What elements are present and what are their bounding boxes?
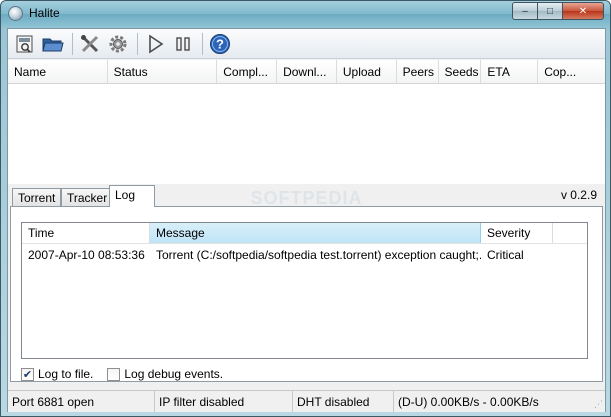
column-severity[interactable]: Severity: [481, 223, 553, 243]
torrent-list[interactable]: Name Status Compl... Downl... Upload Pee…: [8, 60, 605, 208]
log-severity: Critical: [487, 248, 524, 262]
column-message[interactable]: Message: [150, 223, 481, 243]
open-folder-button[interactable]: [40, 32, 66, 56]
log-options: ✔ Log to file. Log debug events.: [21, 367, 237, 381]
client-area: ? Name Status Compl... Downl... Upload P…: [7, 28, 606, 412]
log-list[interactable]: Time Message Severity 2007-Apr-10 08:53:…: [21, 222, 588, 359]
column-peers[interactable]: Peers: [397, 60, 439, 83]
help-icon: ?: [210, 33, 230, 54]
column-status[interactable]: Status: [108, 60, 218, 83]
column-name[interactable]: Name: [8, 60, 108, 83]
help-button[interactable]: ?: [207, 32, 233, 56]
pause-button[interactable]: [170, 32, 196, 56]
log-message: Torrent (C:/softpedia/softpedia test.tor…: [156, 248, 481, 262]
details-tabs: Torrent Tracker Log v 0.2.9: [8, 185, 605, 207]
status-bar: Port 6881 open IP filter disabled DHT di…: [8, 390, 605, 412]
torrent-list-header: Name Status Compl... Downl... Upload Pee…: [8, 60, 605, 84]
maximize-button[interactable]: □: [537, 2, 563, 20]
log-panel: Time Message Severity 2007-Apr-10 08:53:…: [10, 206, 603, 382]
column-downloaded[interactable]: Downl...: [277, 60, 337, 83]
column-seeds[interactable]: Seeds: [439, 60, 482, 83]
log-list-header: Time Message Severity: [22, 223, 587, 244]
tab-log[interactable]: Log: [109, 185, 155, 207]
column-copies[interactable]: Cop...: [538, 60, 605, 83]
open-folder-icon: [42, 38, 64, 51]
pause-icon: [176, 36, 190, 51]
window-title: Halite: [29, 6, 60, 20]
log-debug-events-checkbox[interactable]: [107, 367, 121, 381]
log-debug-events-label[interactable]: Log debug events.: [124, 367, 223, 381]
settings-button[interactable]: [105, 32, 131, 56]
tab-torrent[interactable]: Torrent: [12, 188, 62, 206]
version-label: v 0.2.9: [560, 188, 597, 202]
title-bar[interactable]: Halite – □ ✕: [1, 1, 610, 27]
resume-button[interactable]: [142, 32, 168, 56]
tab-tracker[interactable]: Tracker: [61, 188, 114, 206]
column-eta[interactable]: ETA: [481, 60, 539, 83]
tools-button[interactable]: [77, 32, 103, 56]
column-upload[interactable]: Upload: [337, 60, 397, 83]
column-time[interactable]: Time: [22, 223, 150, 243]
log-time: 2007-Apr-10 08:53:36: [28, 248, 145, 262]
halite-window: Halite – □ ✕ ? Name Status Compl... Down…: [0, 0, 611, 417]
log-to-file-label[interactable]: Log to file.: [38, 367, 93, 381]
svg-text:?: ?: [216, 36, 224, 51]
log-row[interactable]: 2007-Apr-10 08:53:36 Torrent (C:/softped…: [22, 244, 587, 266]
ip-filter-status: IP filter disabled: [155, 391, 293, 412]
log-to-file-checkbox[interactable]: ✔: [21, 367, 34, 381]
halite-app-icon: [8, 6, 23, 21]
toolbar: ?: [8, 29, 605, 59]
settings-gear-icon: [109, 35, 127, 52]
close-button[interactable]: ✕: [562, 2, 604, 20]
tools-icon: [81, 34, 99, 52]
transfer-rates: (D-U) 0.00KB/s - 0.00KB/s: [398, 395, 539, 409]
minimize-button[interactable]: –: [512, 2, 538, 20]
port-status: Port 6881 open: [8, 391, 155, 412]
open-torrent-icon: [16, 35, 33, 53]
toolbar-separator: [72, 32, 73, 55]
toolbar-separator: [137, 32, 138, 55]
resume-play-icon: [149, 34, 164, 53]
open-torrent-button[interactable]: [12, 32, 38, 56]
dht-status: DHT disabled: [293, 391, 394, 412]
window-controls: – □ ✕: [512, 2, 604, 20]
toolbar-separator: [202, 32, 203, 55]
resize-grip[interactable]: ⋰: [594, 399, 603, 410]
column-completed[interactable]: Compl...: [217, 60, 278, 83]
